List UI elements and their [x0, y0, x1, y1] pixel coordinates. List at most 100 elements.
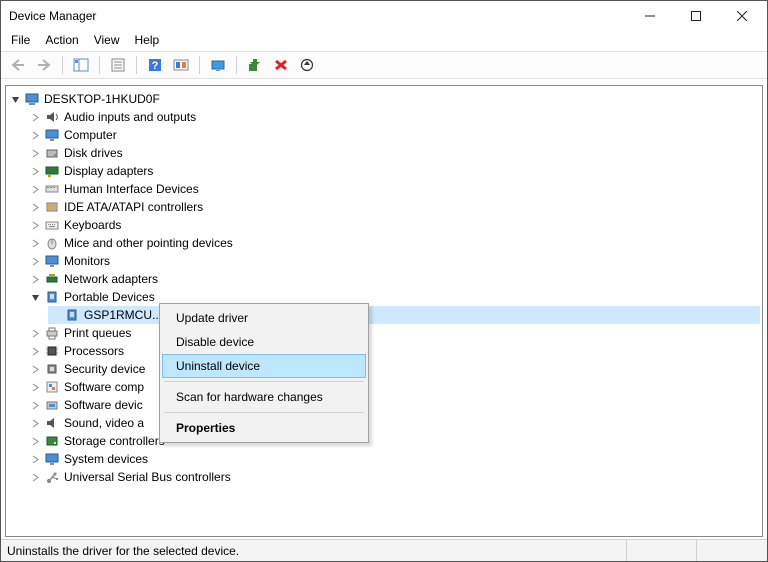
tree-item-usb[interactable]: Universal Serial Bus controllers: [28, 468, 760, 486]
chevron-right-icon[interactable]: [28, 236, 42, 250]
storage-icon: [44, 433, 60, 449]
window-controls: [627, 1, 765, 31]
chevron-right-icon[interactable]: [28, 380, 42, 394]
properties-button[interactable]: [107, 54, 129, 76]
tree-root[interactable]: DESKTOP-1HKUD0F: [8, 90, 760, 108]
context-scan-hardware[interactable]: Scan for hardware changes: [162, 385, 366, 409]
tree-item-ide[interactable]: IDE ATA/ATAPI controllers: [28, 198, 760, 216]
monitor-icon: [44, 253, 60, 269]
tree-label: Software devic: [64, 398, 143, 412]
tree-label: Print queues: [64, 326, 131, 340]
tree-label: Mice and other pointing devices: [64, 236, 233, 250]
tree-item-printq[interactable]: Print queues: [28, 324, 760, 342]
tree-item-sound[interactable]: Sound, video a: [28, 414, 760, 432]
chevron-right-icon[interactable]: [28, 272, 42, 286]
scan-hardware-button[interactable]: [207, 54, 229, 76]
minimize-button[interactable]: [627, 1, 673, 31]
chevron-right-icon[interactable]: [28, 362, 42, 376]
show-hide-tree-button[interactable]: [70, 54, 92, 76]
menu-view[interactable]: View: [94, 33, 120, 47]
chevron-right-icon[interactable]: [28, 164, 42, 178]
toolbar-separator: [199, 56, 200, 74]
status-cell: [627, 540, 697, 561]
chevron-right-icon[interactable]: [28, 182, 42, 196]
svg-text:?: ?: [152, 60, 159, 72]
menu-action[interactable]: Action: [45, 33, 78, 47]
chevron-right-icon[interactable]: [28, 470, 42, 484]
context-properties[interactable]: Properties: [162, 416, 366, 440]
software-device-icon: [44, 397, 60, 413]
chevron-down-icon[interactable]: [28, 290, 42, 304]
security-icon: [44, 361, 60, 377]
context-separator: [164, 412, 364, 413]
hid-icon: [44, 181, 60, 197]
tree-item-mice[interactable]: Mice and other pointing devices: [28, 234, 760, 252]
sound-icon: [44, 415, 60, 431]
software-icon: [44, 379, 60, 395]
action-button[interactable]: [170, 54, 192, 76]
tree-item-computer[interactable]: Computer: [28, 126, 760, 144]
chevron-right-icon[interactable]: [28, 398, 42, 412]
status-cell: [697, 540, 767, 561]
chevron-right-icon[interactable]: [28, 218, 42, 232]
menu-help[interactable]: Help: [135, 33, 160, 47]
tree-item-display[interactable]: Display adapters: [28, 162, 760, 180]
tree-item-portable[interactable]: Portable Devices: [28, 288, 760, 306]
close-button[interactable]: [719, 1, 765, 31]
title-bar: Device Manager: [1, 1, 767, 31]
tree-label: Security device: [64, 362, 145, 376]
tree-label: DESKTOP-1HKUD0F: [44, 92, 160, 106]
portable-device-icon: [64, 307, 80, 323]
tree-item-portable-child[interactable]: GSP1RMCU...: [48, 306, 760, 324]
tree-item-disk[interactable]: Disk drives: [28, 144, 760, 162]
uninstall-button[interactable]: [270, 54, 292, 76]
back-button[interactable]: [7, 54, 29, 76]
chevron-right-icon[interactable]: [28, 452, 42, 466]
chevron-right-icon[interactable]: [28, 128, 42, 142]
chevron-right-icon[interactable]: [28, 146, 42, 160]
tree-item-security[interactable]: Security device: [28, 360, 760, 378]
menu-file[interactable]: File: [11, 33, 30, 47]
chevron-right-icon[interactable]: [28, 416, 42, 430]
help-button[interactable]: ?: [144, 54, 166, 76]
tree-label: Software comp: [64, 380, 144, 394]
tree-label: Monitors: [64, 254, 110, 268]
tree-label: Storage controllers: [64, 434, 165, 448]
tree-item-monitors[interactable]: Monitors: [28, 252, 760, 270]
tree-item-network[interactable]: Network adapters: [28, 270, 760, 288]
chevron-right-icon[interactable]: [28, 110, 42, 124]
tree-item-storage[interactable]: Storage controllers: [28, 432, 760, 450]
tree-label: System devices: [64, 452, 148, 466]
tree-label: IDE ATA/ATAPI controllers: [64, 200, 203, 214]
context-update-driver[interactable]: Update driver: [162, 306, 366, 330]
maximize-button[interactable]: [673, 1, 719, 31]
chevron-right-icon[interactable]: [28, 254, 42, 268]
update-driver-button[interactable]: [296, 54, 318, 76]
device-tree[interactable]: DESKTOP-1HKUD0F Audio inputs and outputs…: [5, 85, 763, 537]
ide-icon: [44, 199, 60, 215]
tree-label: GSP1RMCU...: [84, 308, 162, 322]
toolbar: ?: [1, 51, 767, 79]
chevron-down-icon[interactable]: [8, 92, 22, 106]
status-bar: Uninstalls the driver for the selected d…: [1, 539, 767, 561]
display-adapter-icon: [44, 163, 60, 179]
context-disable-device[interactable]: Disable device: [162, 330, 366, 354]
tree-item-swdev[interactable]: Software devic: [28, 396, 760, 414]
context-uninstall-device[interactable]: Uninstall device: [162, 354, 366, 378]
tree-item-processors[interactable]: Processors: [28, 342, 760, 360]
forward-button[interactable]: [33, 54, 55, 76]
tree-item-audio[interactable]: Audio inputs and outputs: [28, 108, 760, 126]
tree-item-hid[interactable]: Human Interface Devices: [28, 180, 760, 198]
tree-item-swcomp[interactable]: Software comp: [28, 378, 760, 396]
chevron-right-icon[interactable]: [28, 434, 42, 448]
chevron-right-icon[interactable]: [28, 344, 42, 358]
tree-item-system[interactable]: System devices: [28, 450, 760, 468]
tree-item-keyboards[interactable]: Keyboards: [28, 216, 760, 234]
tree-label: Audio inputs and outputs: [64, 110, 196, 124]
tree-label: Human Interface Devices: [64, 182, 199, 196]
chevron-right-icon[interactable]: [28, 200, 42, 214]
chevron-right-icon[interactable]: [28, 326, 42, 340]
cpu-icon: [44, 343, 60, 359]
tree-label: Sound, video a: [64, 416, 144, 430]
add-legacy-button[interactable]: [244, 54, 266, 76]
